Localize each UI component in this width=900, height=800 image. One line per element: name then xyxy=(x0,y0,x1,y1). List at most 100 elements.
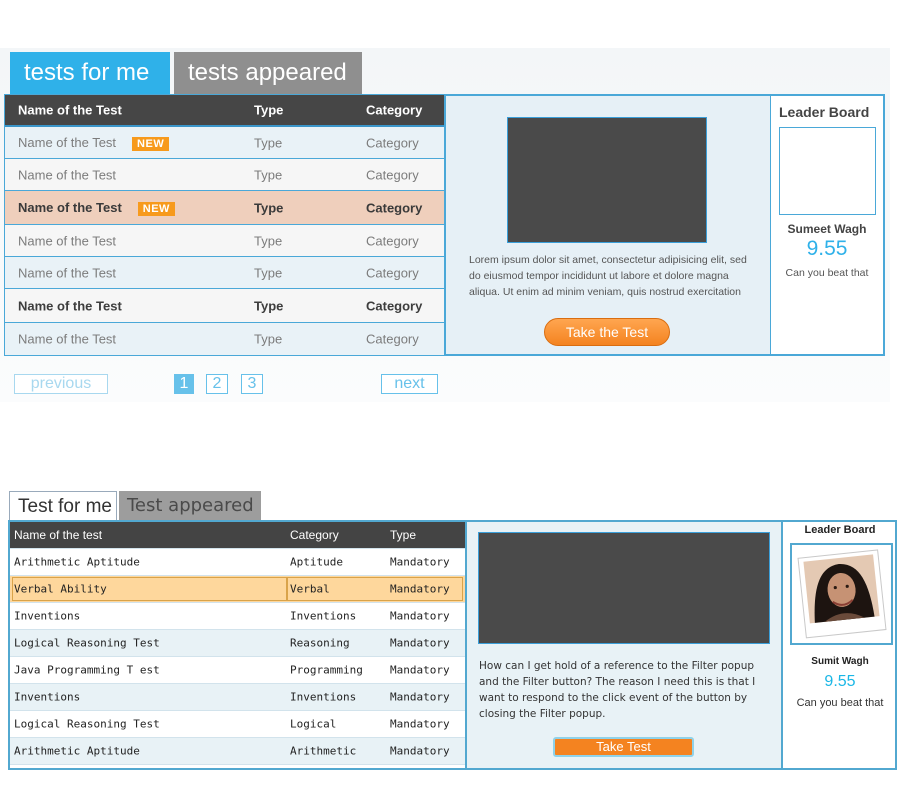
video-player[interactable] xyxy=(478,532,770,644)
column-header-category[interactable]: Category xyxy=(290,528,339,542)
next-page-button[interactable]: next xyxy=(381,374,438,394)
table-row[interactable]: Arithmetic Aptitude Arithmetic Mandatory xyxy=(10,738,465,765)
test-category: Category xyxy=(366,233,419,248)
test-category: Logical xyxy=(290,717,337,731)
table-row[interactable]: Java Programming T est Programming Manda… xyxy=(10,657,465,684)
test-name: Name of the Test xyxy=(18,199,122,215)
leaderboard-title: Leader Board xyxy=(779,104,870,120)
leaderboard: Leader Board Sumit Wagh 9.55 Can you bea… xyxy=(781,522,895,768)
tests-panel-v1: tests for me tests appeared Name of the … xyxy=(0,48,890,402)
test-category: Category xyxy=(366,200,423,215)
table-row-selected[interactable]: Name of the Test NEW Type Category xyxy=(5,191,445,225)
leader-photo-placeholder xyxy=(779,127,876,215)
test-name: Name of the Test xyxy=(18,134,117,150)
page-3-button[interactable]: 3 xyxy=(241,374,263,394)
test-description: How can I get hold of a reference to the… xyxy=(479,660,756,720)
test-name: Inventions xyxy=(14,609,81,623)
take-test-button[interactable]: Take Test xyxy=(553,737,694,757)
test-description: Lorem ipsum dolor sit amet, consectetur … xyxy=(469,254,747,298)
leader-name: Sumeet Wagh xyxy=(787,222,867,236)
test-name: Arithmetic Aptitude xyxy=(14,555,140,569)
table-header: Name of the test Category Type xyxy=(10,522,465,549)
test-type: Type xyxy=(254,331,283,347)
leader-challenge-text: Can you beat that xyxy=(796,697,884,709)
tab-test-appeared[interactable]: Test appeared xyxy=(119,491,261,521)
test-type: Mandatory xyxy=(390,717,450,731)
table-row[interactable]: Name of the Test Type Category xyxy=(5,257,445,289)
test-name: Logical Reasoning Test xyxy=(14,636,160,650)
new-badge: NEW xyxy=(137,201,175,216)
table-header: Name of the Test Type Category xyxy=(5,95,445,127)
test-category: Inventions xyxy=(290,609,357,623)
test-name: Name of the Test xyxy=(18,331,117,347)
tests-table: Name of the test Category Type Arithmeti… xyxy=(10,522,465,768)
table-row[interactable]: Inventions Inventions Mandatory xyxy=(10,603,465,630)
test-name: Java Programming T est xyxy=(14,663,160,677)
previous-page-button[interactable]: previous xyxy=(14,374,108,394)
test-name: Inventions xyxy=(14,690,81,704)
test-type: Type xyxy=(254,298,284,313)
table-row[interactable]: Name of the Test Type Category xyxy=(5,225,445,257)
test-type: Mandatory xyxy=(390,609,450,623)
test-category: Arithmetic xyxy=(290,744,357,758)
test-category: Programming xyxy=(290,663,363,677)
table-row[interactable]: Logical Reasoning Test Reasoning Mandato… xyxy=(10,630,465,657)
test-type: Mandatory xyxy=(390,636,450,650)
test-type: Type xyxy=(254,265,283,280)
test-type: Mandatory xyxy=(390,555,450,569)
column-header-name[interactable]: Name of the test xyxy=(14,528,102,542)
table-row[interactable]: Name of the Test Type Category xyxy=(5,289,445,323)
test-name: Name of the Test xyxy=(18,167,117,182)
tab-tests-for-me[interactable]: tests for me xyxy=(10,52,170,94)
page-2-button[interactable]: 2 xyxy=(206,374,228,394)
tests-frame: Name of the test Category Type Arithmeti… xyxy=(8,520,897,770)
leader-score: 9.55 xyxy=(824,673,856,690)
test-type: Mandatory xyxy=(390,690,450,704)
leaderboard-title: Leader Board xyxy=(804,524,876,536)
video-player[interactable] xyxy=(507,117,707,243)
take-test-button[interactable]: Take the Test xyxy=(544,318,670,346)
table-row[interactable]: Arithmetic Aptitude Aptitude Mandatory xyxy=(10,549,465,576)
test-type: Type xyxy=(254,200,284,215)
test-type: Mandatory xyxy=(390,744,450,758)
table-row-selected[interactable]: Verbal Ability Verbal Mandatory xyxy=(10,576,465,603)
test-type: Type xyxy=(254,135,283,150)
test-category: Category xyxy=(366,135,419,150)
test-preview-panel: Lorem ipsum dolor sit amet, consectetur … xyxy=(444,94,772,356)
test-category: Aptitude xyxy=(290,555,343,569)
leader-score: 9.55 xyxy=(806,237,848,260)
test-type: Mandatory xyxy=(390,582,450,596)
leader-challenge-text: Can you beat that xyxy=(785,267,869,279)
test-category: Category xyxy=(366,265,419,280)
column-header-category[interactable]: Category xyxy=(366,103,422,118)
table-row[interactable]: Inventions Inventions Mandatory xyxy=(10,684,465,711)
page-1-button[interactable]: 1 xyxy=(174,374,194,394)
tests-panel-v2: Test for me Test appeared Name of the te… xyxy=(0,487,900,777)
leaderboard: Leader Board Sumeet Wagh 9.55 Can you be… xyxy=(771,94,885,356)
test-name: Arithmetic Aptitude xyxy=(14,744,140,758)
test-name: Verbal Ability xyxy=(14,582,107,596)
column-header-name[interactable]: Name of the Test xyxy=(18,103,122,118)
test-category: Reasoning xyxy=(290,636,350,650)
tests-table: Name of the Test Type Category Name of t… xyxy=(4,94,446,356)
tab-test-for-me[interactable]: Test for me xyxy=(9,491,117,521)
test-category: Category xyxy=(366,167,419,182)
table-row[interactable]: Name of the Test Type Category xyxy=(5,323,445,355)
column-header-type[interactable]: Type xyxy=(390,528,416,542)
new-badge: NEW xyxy=(132,136,170,151)
test-type: Type xyxy=(254,167,283,182)
test-category: Inventions xyxy=(290,690,357,704)
test-name: Name of the Test xyxy=(18,233,117,248)
column-header-type[interactable]: Type xyxy=(254,103,283,118)
leader-avatar-icon xyxy=(797,549,887,639)
leader-photo xyxy=(790,543,893,645)
tab-tests-appeared[interactable]: tests appeared xyxy=(174,52,362,94)
table-row[interactable]: Name of the Test Type Category xyxy=(5,159,445,191)
test-preview-panel: How can I get hold of a reference to the… xyxy=(465,522,781,768)
test-type: Mandatory xyxy=(390,663,450,677)
table-row[interactable]: Name of the Test NEW Type Category xyxy=(5,127,445,159)
test-category: Verbal xyxy=(290,582,330,596)
test-category: Category xyxy=(366,298,423,313)
test-type: Type xyxy=(254,233,283,248)
table-row[interactable]: Logical Reasoning Test Logical Mandatory xyxy=(10,711,465,738)
